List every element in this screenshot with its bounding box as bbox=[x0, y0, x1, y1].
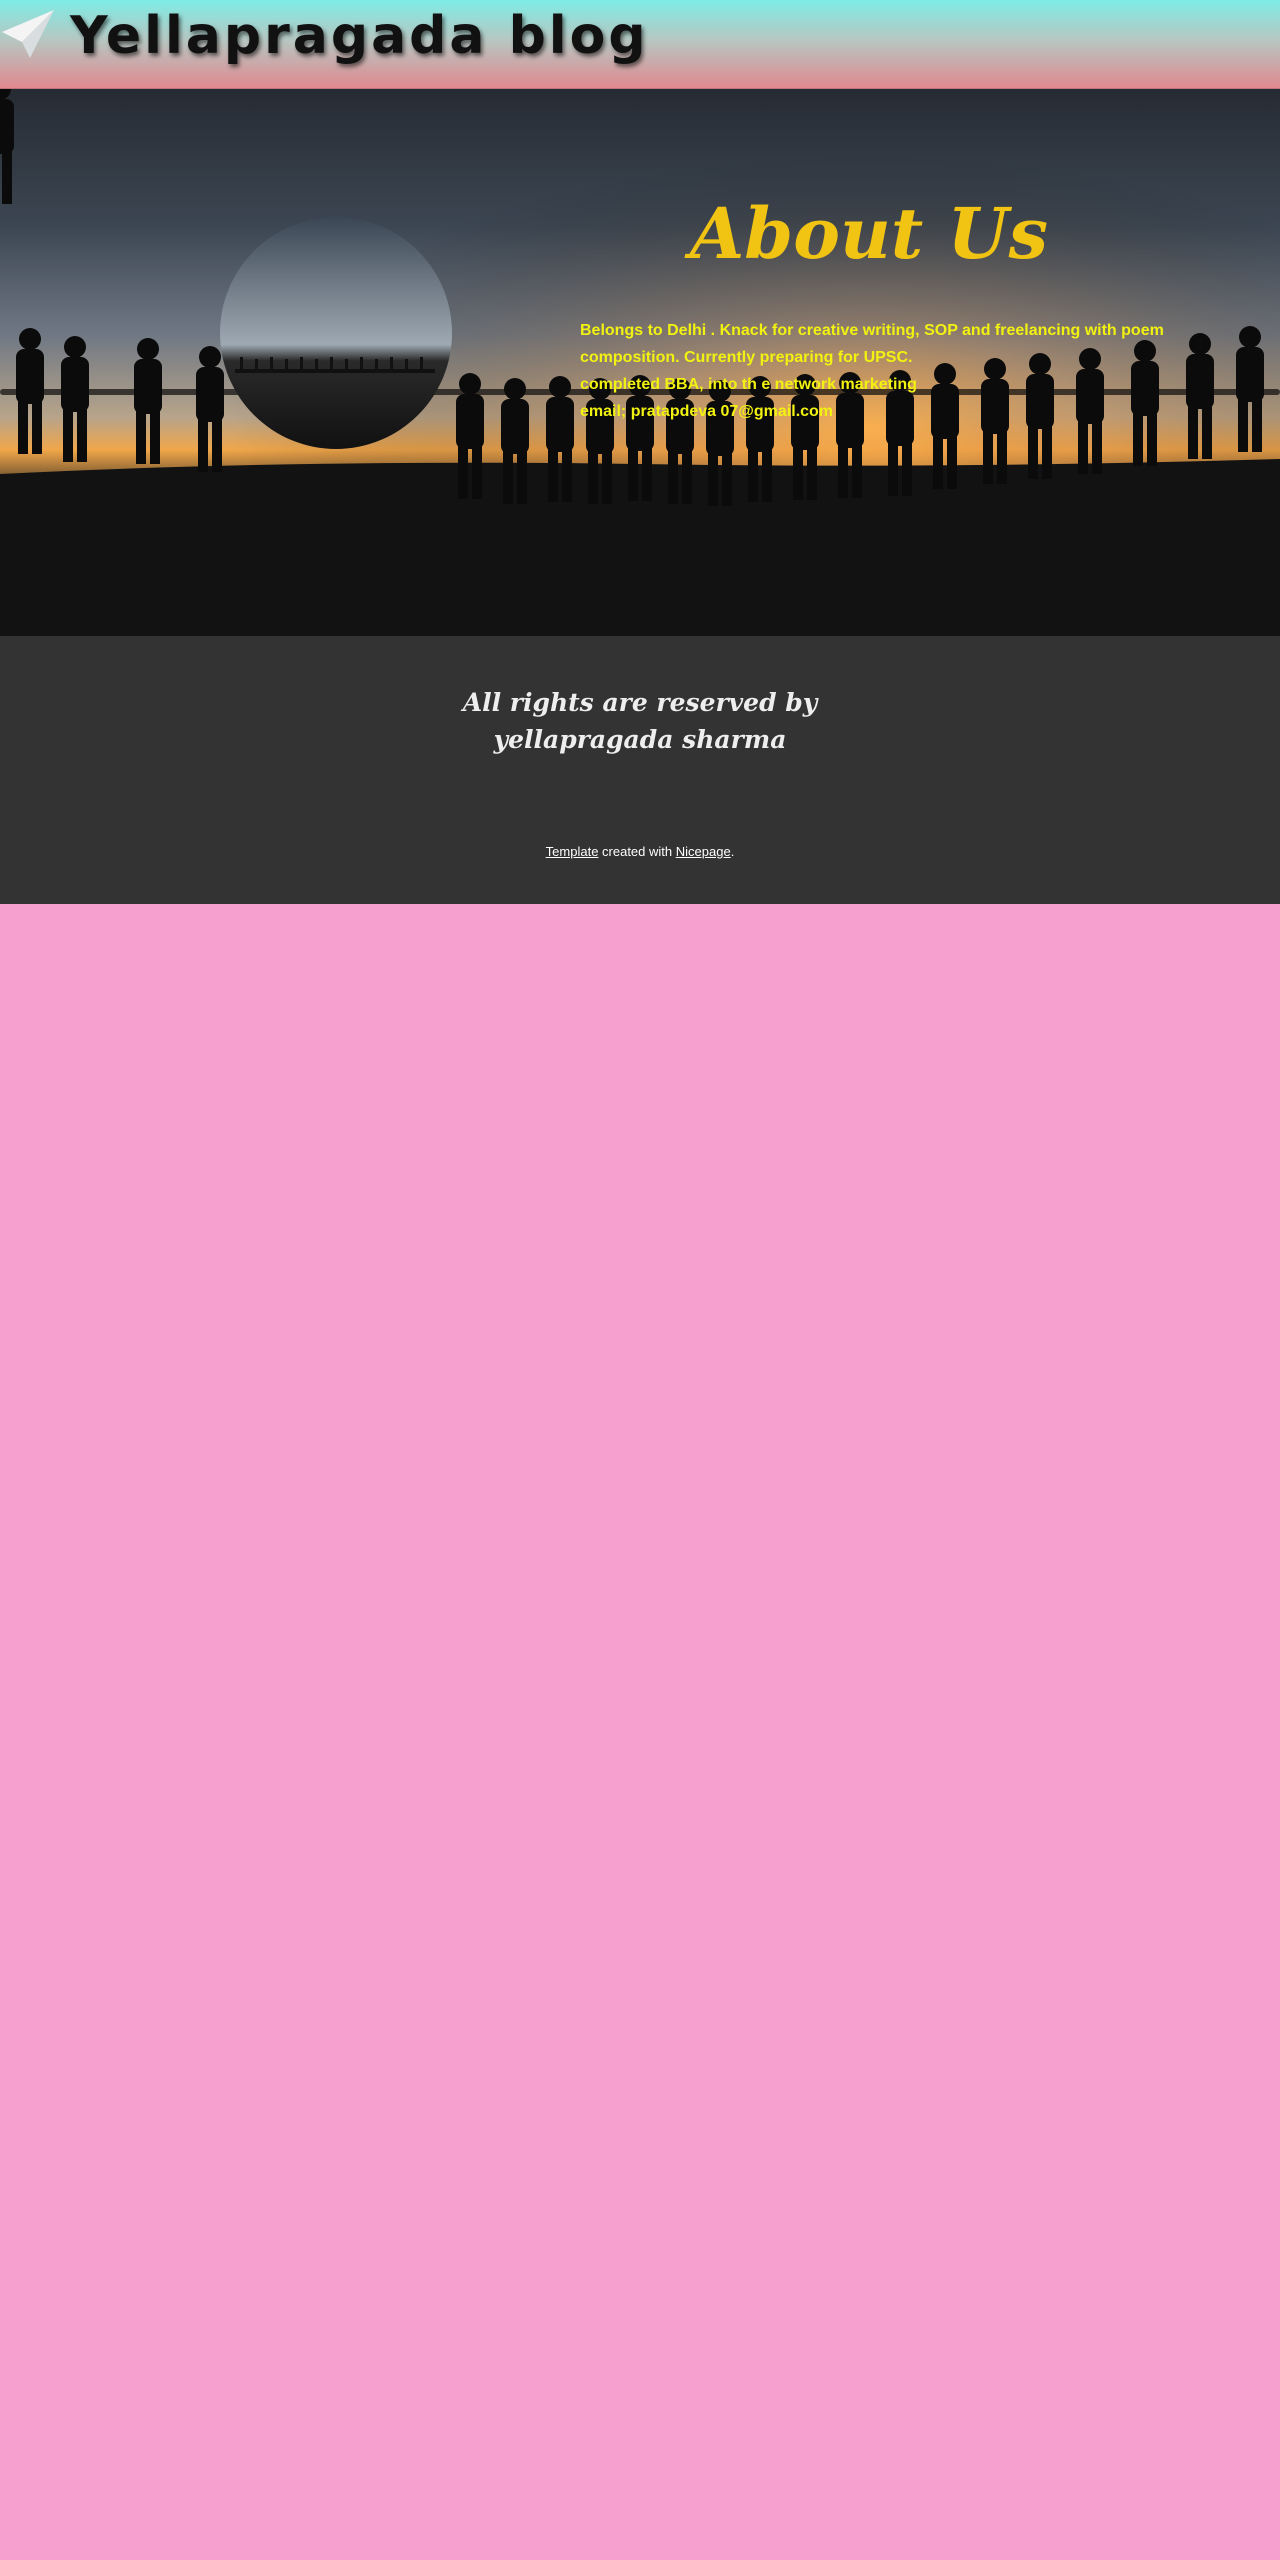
footer-rights-line2: yellapragada sharma bbox=[493, 725, 787, 754]
site-footer: All rights are reserved by yellapragada … bbox=[0, 636, 1280, 904]
about-line: completed BBA, into th e network marketi… bbox=[580, 376, 917, 393]
credit-middle-text: created with bbox=[598, 844, 676, 859]
about-line: Belongs to Delhi . Knack for creative wr… bbox=[580, 322, 1164, 366]
paper-plane-icon[interactable] bbox=[0, 8, 56, 60]
about-email-line: email; pratapdeva 07@gmail.com bbox=[580, 403, 834, 420]
credit-end-text: . bbox=[730, 844, 735, 859]
nicepage-link[interactable]: Nicepage bbox=[676, 844, 731, 859]
footer-credit: Template created with Nicepage. bbox=[440, 844, 840, 859]
about-section: About Us Belongs to Delhi . Knack for cr… bbox=[0, 89, 1280, 636]
site-header: Yellapragada blog bbox=[0, 0, 1280, 89]
about-description: Belongs to Delhi . Knack for creative wr… bbox=[580, 317, 1180, 425]
site-title[interactable]: Yellapragada blog bbox=[70, 4, 649, 68]
footer-rights-text: All rights are reserved by yellapragada … bbox=[440, 684, 840, 758]
template-link[interactable]: Template bbox=[546, 844, 599, 859]
about-title: About Us bbox=[690, 192, 1048, 275]
footer-rights-line1: All rights are reserved by bbox=[462, 688, 818, 717]
